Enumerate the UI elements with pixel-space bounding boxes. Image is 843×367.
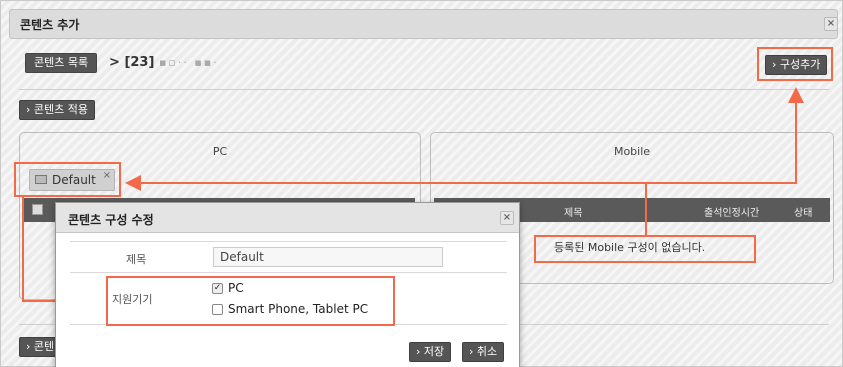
cancel-button[interactable]: › 취소: [462, 342, 505, 362]
title-label: 제목: [126, 253, 147, 266]
edit-config-modal: 콘텐츠 구성 수정 × 제목 Default 지원기기 ✓ PC Smart P…: [55, 202, 520, 367]
save-button[interactable]: › 저장: [409, 342, 452, 362]
title-field[interactable]: Default: [213, 247, 443, 267]
modal-titlebar: 콘텐츠 구성 수정 ×: [56, 203, 519, 233]
annotation-box-device: [106, 276, 395, 326]
modal-title: 콘텐츠 구성 수정: [68, 213, 154, 227]
modal-close-icon[interactable]: ×: [500, 211, 514, 225]
arrow-to-add-config: [646, 87, 804, 184]
content-add-window: 콘텐츠 추가 × 콘텐츠 목록 > [23] ▪▫·· ▪▪· › 구성추가 ›…: [0, 0, 843, 367]
